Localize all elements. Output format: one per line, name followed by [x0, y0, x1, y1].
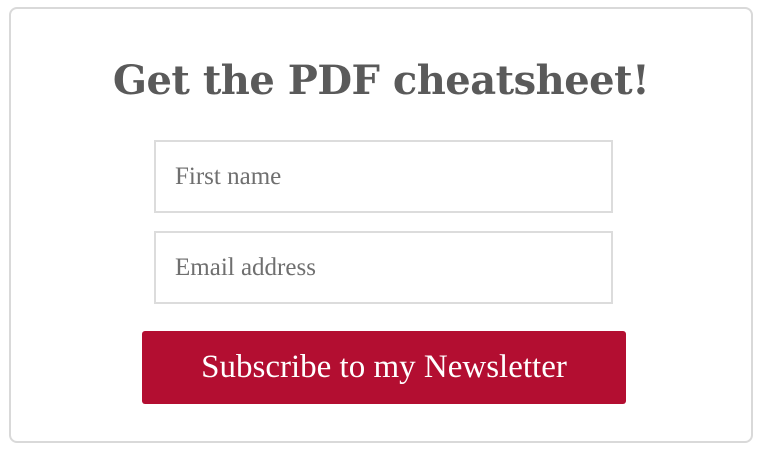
newsletter-signup-card: Get the PDF cheatsheet! Subscribe to my …	[9, 7, 753, 443]
first-name-input[interactable]	[154, 140, 613, 213]
email-address-input[interactable]	[154, 231, 613, 304]
subscribe-button[interactable]: Subscribe to my Newsletter	[142, 331, 626, 404]
signup-title: Get the PDF cheatsheet!	[112, 57, 650, 104]
